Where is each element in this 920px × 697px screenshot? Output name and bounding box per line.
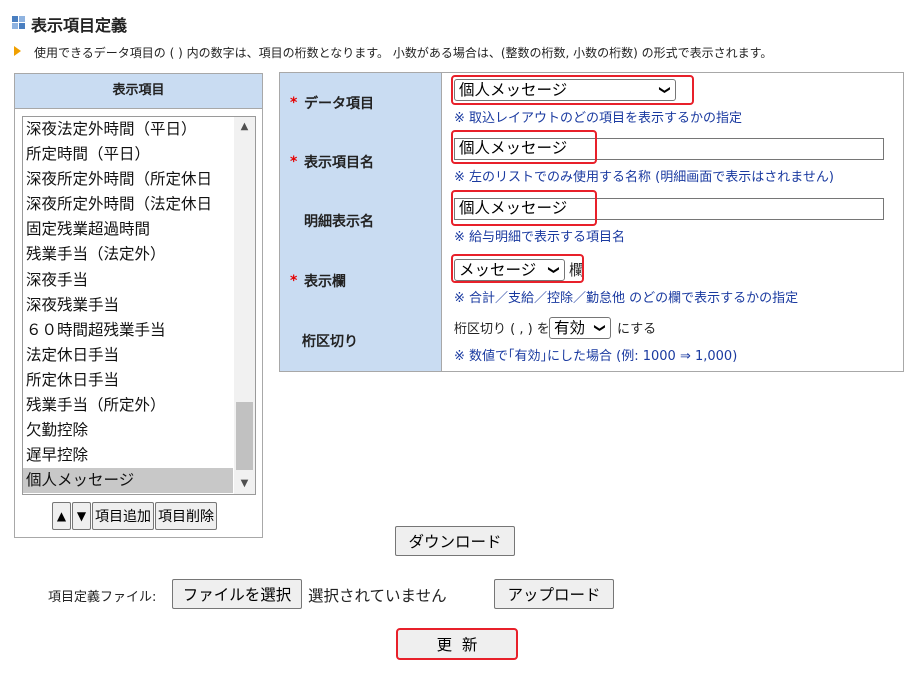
row-separator: 桁区切り 桁区切り ( , ) を 有効 ❯ にする ※ 数値で｢有効｣にした場… [280, 311, 903, 371]
list-buttons: ▲ ▼ 項目追加 項目削除 [52, 502, 218, 530]
display-items-panel: 表示項目 深夜法定外時間（平日） 所定時間（平日） 深夜所定外時間（所定休日 深夜所定… [14, 73, 263, 538]
list-item[interactable]: 固定残業超過時間 [23, 217, 233, 242]
separator-label: 桁区切り [302, 334, 358, 350]
display-items-listbox[interactable]: 深夜法定外時間（平日） 所定時間（平日） 深夜所定外時間（所定休日 深夜所定外時間（法… [22, 116, 256, 495]
list-item[interactable]: 個人メッセージ [23, 468, 233, 494]
row-data-item: * データ項目 個人メッセージ ❯ ※ 取込レイアウトのどの項目を表示するかの指… [280, 73, 903, 133]
highlight-box [451, 130, 597, 164]
row-detail-name: 明細表示名 個人メッセージ ※ 給与明細で表示する項目名 [280, 190, 903, 252]
highlight-box [396, 628, 518, 660]
download-button[interactable]: ダウンロード [395, 526, 515, 556]
list-item[interactable]: 法定休日手当 [23, 343, 233, 368]
scroll-up-icon[interactable]: ▲ [234, 117, 255, 137]
scroll-thumb[interactable] [236, 402, 253, 470]
separator-suffix: にする [617, 322, 657, 337]
required-mark: * [290, 94, 298, 111]
required-mark: * [290, 153, 298, 170]
list-item[interactable]: 遅早控除 [23, 443, 233, 468]
data-item-hint: ※ 取込レイアウトのどの項目を表示するかの指定 [454, 111, 743, 126]
highlight-box [451, 254, 584, 283]
choose-file-button[interactable]: ファイルを選択 [172, 579, 302, 609]
list-item[interactable]: 深夜手当 [23, 268, 233, 293]
page-title: 表示項目定義 [31, 16, 128, 35]
detail-name-hint: ※ 給与明細で表示する項目名 [454, 230, 626, 245]
list-item[interactable]: 残業手当（所定外） [23, 393, 233, 418]
scroll-down-icon[interactable]: ▼ [234, 474, 255, 494]
list-item[interactable]: 深夜法定外時間（平日） [23, 117, 233, 142]
list-item[interactable]: 残業手当（法定外） [23, 242, 233, 267]
display-column-label: 表示欄 [304, 274, 346, 290]
list-item[interactable]: 欠勤控除 [23, 418, 233, 443]
highlight-box [451, 190, 597, 226]
display-name-hint: ※ 左のリストでのみ使用する名称 (明細画面で表示はされません) [454, 170, 834, 185]
list-item[interactable]: ６０時間超残業手当 [23, 318, 233, 343]
detail-name-label: 明細表示名 [304, 214, 374, 230]
list-item[interactable]: 所定時間（平日） [23, 142, 233, 167]
required-mark: * [290, 273, 298, 289]
separator-hint: ※ 数値で｢有効｣にした場合 (例: 1000 ⇒ 1,000) [454, 349, 738, 364]
separator-select[interactable]: 有効 ❯ [549, 317, 611, 339]
highlight-box [451, 75, 694, 105]
definition-file-label: 項目定義ファイル: [48, 590, 157, 605]
item-definition-form: * データ項目 個人メッセージ ❯ ※ 取込レイアウトのどの項目を表示するかの指… [279, 72, 904, 372]
chevron-down-icon: ❯ [593, 323, 607, 333]
bullet-arrow-icon [14, 46, 21, 56]
list-scrollbar[interactable]: ▲ ▼ [234, 117, 255, 494]
row-display-name: * 表示項目名 個人メッセージ ※ 左のリストでのみ使用する名称 (明細画面で表… [280, 130, 903, 192]
delete-item-button[interactable]: 項目削除 [155, 502, 217, 530]
no-file-status: 選択されていません [308, 587, 447, 605]
list-items: 深夜法定外時間（平日） 所定時間（平日） 深夜所定外時間（所定休日 深夜所定外時間（法… [23, 117, 233, 494]
data-item-label: データ項目 [304, 95, 374, 112]
list-item[interactable]: 深夜所定外時間（所定休日 [23, 167, 233, 192]
move-up-button[interactable]: ▲ [52, 502, 71, 530]
separator-prefix: 桁区切り ( , ) を [454, 322, 550, 337]
list-item[interactable]: 深夜所定外時間（法定休日 [23, 192, 233, 217]
title-grid-icon [12, 16, 25, 29]
add-item-button[interactable]: 項目追加 [92, 502, 154, 530]
display-column-hint: ※ 合計／支給／控除／勤怠他 のどの欄で表示するかの指定 [454, 291, 799, 306]
list-item[interactable]: 深夜残業手当 [23, 293, 233, 318]
row-display-column: * 表示欄 メッセージ ❯ 欄 ※ 合計／支給／控除／勤怠他 のどの欄で表示する… [280, 251, 903, 312]
usage-note: 使用できるデータ項目の ( ) 内の数字は、項目の桁数となります。 小数がある場… [34, 46, 773, 60]
panel-header: 表示項目 [15, 74, 262, 109]
upload-button[interactable]: アップロード [494, 579, 614, 609]
move-down-button[interactable]: ▼ [72, 502, 91, 530]
list-item[interactable]: 所定休日手当 [23, 368, 233, 393]
display-name-label: 表示項目名 [304, 154, 374, 171]
